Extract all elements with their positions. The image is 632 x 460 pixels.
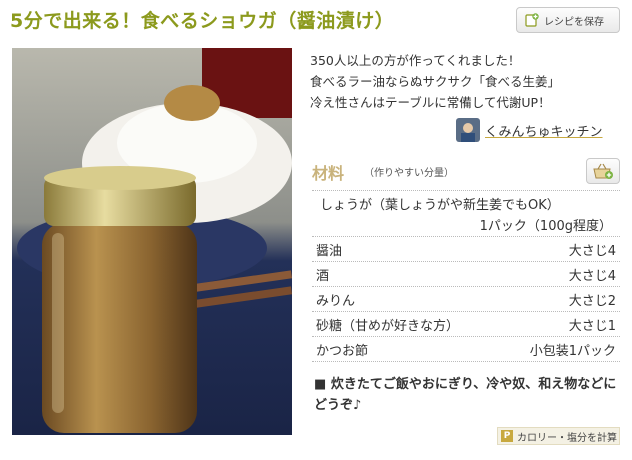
ingredient-quantity: 大さじ2 bbox=[568, 293, 616, 309]
ingredients-header: 材料 （作りやすい分量） bbox=[312, 158, 620, 188]
ingredient-name: 酒 bbox=[316, 268, 330, 284]
tip-marker: ■ bbox=[314, 377, 327, 392]
ingredient-row: 醤油 大さじ4 bbox=[312, 237, 620, 262]
recipe-photo bbox=[12, 48, 292, 435]
calorie-label: カロリー・塩分を計算 bbox=[517, 432, 617, 444]
avatar bbox=[456, 118, 480, 142]
calorie-calculator-link[interactable]: P カロリー・塩分を計算 bbox=[497, 427, 620, 445]
recipe-description: 350人以上の方が作ってくれました！ 食べるラー油ならぬサクサク「食べる生姜」 … bbox=[310, 50, 560, 113]
description-line: 食べるラー油ならぬサクサク「食べる生姜」 bbox=[310, 74, 561, 89]
add-to-shopping-list-button[interactable] bbox=[586, 158, 620, 184]
ingredient-name: 醤油 bbox=[316, 243, 343, 259]
author-name[interactable]: くみんちゅキッチン bbox=[485, 121, 603, 140]
tip-text: 炊きたてご飯やおにぎり、冷や奴、和え物などにどうぞ♪ bbox=[314, 377, 617, 413]
description-line: 350人以上の方が作ってくれました！ bbox=[310, 53, 521, 68]
ingredients-table: しょうが（葉しょうがや新生姜でもOK） 1パック（100g程度） 醤油 大さじ4… bbox=[312, 190, 620, 362]
ingredient-row: みりん 大さじ2 bbox=[312, 287, 620, 312]
ingredients-heading: 材料 bbox=[312, 164, 345, 183]
ingredient-quantity: 小包装1パック bbox=[529, 343, 616, 359]
ingredient-quantity: 1パック（100g程度） bbox=[479, 219, 612, 234]
ingredient-name: かつお節 bbox=[316, 343, 369, 359]
p-badge-icon: P bbox=[501, 430, 513, 442]
description-line: 冷え性さんはテーブルに常備して代謝UP！ bbox=[310, 95, 551, 110]
ingredient-row: 酒 大さじ4 bbox=[312, 262, 620, 287]
author-link[interactable]: くみんちゅキッチン bbox=[456, 118, 603, 142]
ingredient-name: みりん bbox=[316, 293, 356, 309]
recipe-tip: ■ 炊きたてご飯やおにぎり、冷や奴、和え物などにどうぞ♪ bbox=[314, 374, 620, 416]
ingredient-row: かつお節 小包装1パック bbox=[312, 337, 620, 362]
ginger-jar-image bbox=[12, 48, 292, 435]
ingredient-name: しょうが（葉しょうがや新生姜でもOK） bbox=[320, 198, 560, 213]
ingredient-row: しょうが（葉しょうがや新生姜でもOK） 1パック（100g程度） bbox=[312, 191, 620, 237]
save-recipe-button[interactable]: レシピを保存 bbox=[516, 7, 620, 33]
ingredients-note: （作りやすい分量） bbox=[364, 168, 454, 179]
shopping-basket-icon bbox=[593, 163, 613, 179]
bookmark-plus-icon bbox=[525, 13, 539, 27]
recipe-title: 5分で出来る！食べるショウガ（醤油漬け） bbox=[10, 10, 395, 32]
save-recipe-label: レシピを保存 bbox=[544, 16, 604, 28]
ingredient-quantity: 大さじ4 bbox=[568, 268, 616, 284]
ingredient-quantity: 大さじ4 bbox=[568, 243, 616, 259]
ingredient-name: 砂糖（甘めが好きな方） bbox=[316, 318, 460, 334]
ingredient-row: 砂糖（甘めが好きな方） 大さじ1 bbox=[312, 312, 620, 337]
ingredient-quantity: 大さじ1 bbox=[568, 318, 616, 334]
